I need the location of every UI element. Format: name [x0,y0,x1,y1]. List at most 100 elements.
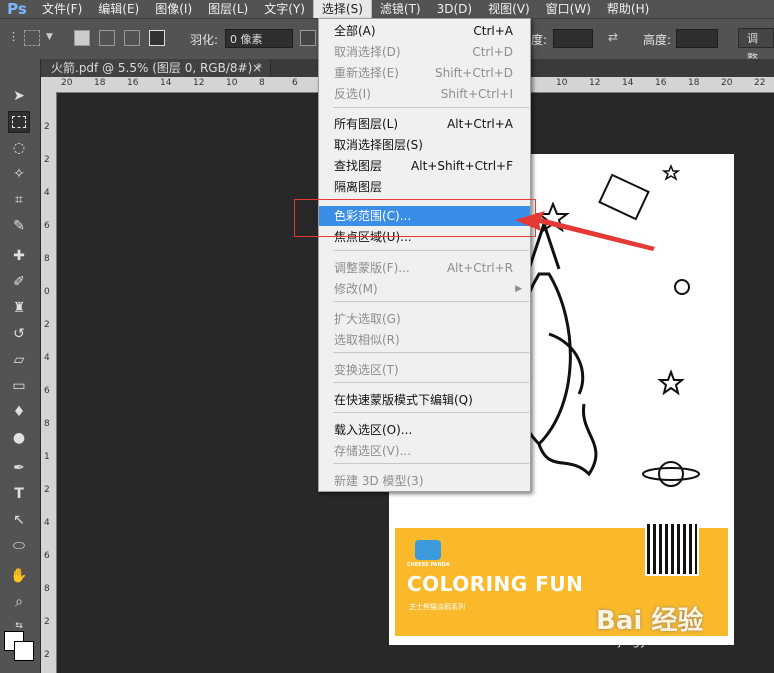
dodge-tool-icon[interactable]: ● [8,427,30,449]
hand-tool-icon[interactable]: ✋ [8,565,30,587]
path-selection-tool-icon[interactable]: ↖ [8,509,30,531]
pen-tool-icon[interactable]: ✒ [8,457,30,479]
ruler-tick-label: 4 [44,188,50,198]
eyedropper-tool-icon[interactable]: ✎ [8,215,30,237]
menu-item-shortcut: Alt+Shift+Ctrl+F [411,159,513,173]
select-menu-item: 扩大选取(G) [319,309,530,329]
select-menu-item[interactable]: 取消选择图层(S) [319,135,530,155]
magic-wand-tool-icon[interactable]: ✧ [8,163,30,185]
menu-item-shortcut: Shift+Ctrl+D [435,66,513,80]
background-color-swatch[interactable] [14,641,34,661]
document-title: 火箭.pdf @ 5.5% (图层 0, RGB/8#) * [51,61,263,75]
ruler-tick-label: 2 [44,155,50,165]
planet-saturn [658,461,684,487]
zoom-tool-icon[interactable]: ⌕ [8,591,30,613]
select-menu-item: 变换选区(T) [319,360,530,380]
menu-type[interactable]: 文字(Y) [256,0,313,18]
new-selection-icon[interactable] [74,30,90,46]
menu-item-label: 新建 3D 模型(3) [334,474,424,488]
feather-label: 羽化: [190,33,219,47]
select-menu-item[interactable]: 查找图层 Alt+Shift+Ctrl+F [319,156,530,176]
menu-item-shortcut: Shift+Ctrl+I [440,87,513,101]
ruler-tick-label: 6 [44,221,50,231]
type-tool-icon[interactable]: T [8,483,30,505]
ruler-tick-label: 22 [754,78,766,88]
ruler-tick-label: 20 [61,78,73,88]
subtract-selection-icon[interactable] [124,30,140,46]
ruler-tick-label: 2 [44,320,50,330]
width-input[interactable] [553,29,593,48]
document-tab[interactable]: 火箭.pdf @ 5.5% (图层 0, RGB/8#) * × [41,59,271,77]
close-icon[interactable]: × [252,59,262,77]
ruler-tick-label: 4 [44,518,50,528]
menu-window[interactable]: 窗口(W) [538,0,599,18]
menu-item-label: 存储选区(V)... [334,444,412,458]
menu-image[interactable]: 图像(I) [147,0,200,18]
menu-view[interactable]: 视图(V) [480,0,538,18]
select-menu-item[interactable]: 隔离图层 [319,177,530,197]
menu-item-label: 取消选择(D) [334,45,401,59]
ruler-tick-label: 18 [94,78,106,88]
eraser-tool-icon[interactable]: ▱ [8,349,30,371]
brush-tool-icon[interactable]: ✐ [8,271,30,293]
tools-panel: ➤ ◌ ✧ ⌗ ✎ ✚ ✐ ♜ ↺ ▱ ▭ ♦ ● ✒ T ↖ ⬭ ✋ ⌕ ⇆ [0,59,41,673]
ruler-tick-label: 8 [259,78,265,88]
menu-bar: Ps 文件(F) 编辑(E) 图像(I) 图层(L) 文字(Y) 选择(S) 滤… [0,0,774,18]
menu-file[interactable]: 文件(F) [34,0,90,18]
menu-item-label: 取消选择图层(S) [334,138,423,152]
healing-brush-tool-icon[interactable]: ✚ [8,245,30,267]
add-selection-icon[interactable] [99,30,115,46]
photoshop-logo: Ps [7,0,27,18]
menu-3d[interactable]: 3D(D) [429,0,480,18]
rect-marquee-tool-icon[interactable] [8,111,30,133]
ruler-tick-label: 14 [622,78,634,88]
menu-separator [333,107,529,108]
submenu-arrow-icon: ▶ [515,284,522,294]
lasso-tool-icon[interactable]: ◌ [8,137,30,159]
ellipse-tool-icon[interactable]: ⬭ [8,535,30,557]
select-menu-item[interactable]: 在快速蒙版模式下编辑(Q) [319,390,530,410]
menu-separator [333,463,529,464]
gradient-tool-icon[interactable]: ▭ [8,375,30,397]
select-menu-dropdown: 全部(A) Ctrl+A 取消选择(D) Ctrl+D 重新选择(E) Shift+Ctr… [318,18,531,492]
move-tool-icon[interactable]: ➤ [8,85,30,107]
ruler-tick-label: 16 [127,78,139,88]
refine-edge-button[interactable]: 调整 [738,28,774,65]
select-menu-item: 调整蒙版(F)... Alt+Ctrl+R [319,258,530,278]
height-label: 高度: [643,33,672,47]
crop-tool-icon[interactable]: ⌗ [8,189,30,211]
panda-logo-icon [415,540,441,560]
menu-item-shortcut: Alt+Ctrl+R [446,261,513,275]
ruler-tick-label: 8 [44,419,50,429]
menu-item-label: 反选(I) [334,87,371,101]
height-input[interactable] [676,29,718,48]
select-menu-item: 修改(M) ▶ [319,279,530,299]
menu-layer[interactable]: 图层(L) [200,0,256,18]
stamp-tool-icon[interactable]: ♜ [8,297,30,319]
menu-filter[interactable]: 滤镜(T) [372,0,429,18]
intersect-selection-icon[interactable] [149,30,165,46]
menu-help[interactable]: 帮助(H) [599,0,657,18]
marquee-preset-icon[interactable] [24,30,40,46]
ruler-tick-label: 6 [292,78,298,88]
history-brush-tool-icon[interactable]: ↺ [8,323,30,345]
menu-edit[interactable]: 编辑(E) [90,0,147,18]
select-menu-item[interactable]: 全部(A) Ctrl+A [319,21,530,41]
ruler-tick-label: 12 [589,78,601,88]
ruler-tick-label: 2 [44,650,50,660]
blur-tool-icon[interactable]: ♦ [8,401,30,423]
select-menu-item[interactable]: 所有图层(L) Alt+Ctrl+A [319,114,530,134]
swap-icon[interactable]: ⇄ [608,30,624,46]
menu-item-label: 修改(M) [334,282,378,296]
menu-separator [333,301,529,302]
feather-input[interactable]: 0 像素 [225,29,293,48]
chevron-down-icon[interactable]: ▼ [46,32,62,48]
ruler-tick-label: 16 [655,78,667,88]
menu-item-label: 查找图层 [334,159,383,173]
menu-item-shortcut: Alt+Ctrl+A [447,117,513,131]
anti-alias-checkbox[interactable] [300,30,316,46]
select-menu-item[interactable]: 载入选区(O)... [319,420,530,440]
menu-separator [333,412,529,413]
menu-select[interactable]: 选择(S) [312,0,372,18]
vertical-ruler: 224680246812468224 [41,92,57,673]
